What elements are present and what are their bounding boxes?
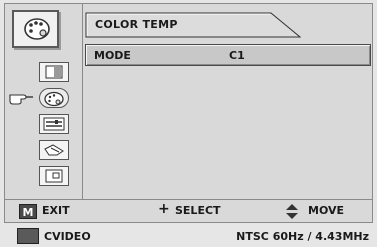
select-hint: SELECT xyxy=(175,204,221,217)
pointing-hand-icon xyxy=(9,94,33,105)
input-source: CVIDEO xyxy=(44,230,91,243)
move-hint: MOVE xyxy=(308,204,345,217)
screen-frame-icon xyxy=(45,169,63,183)
up-down-arrows-icon xyxy=(286,204,298,219)
menu-item-adjust[interactable] xyxy=(39,114,69,134)
mode-setting-row[interactable]: MODE C1 xyxy=(85,44,371,66)
signal-info: NTSC 60Hz / 4.43MHz xyxy=(236,230,369,243)
side-menu xyxy=(5,4,83,199)
current-category-palette-icon xyxy=(12,10,59,48)
source-indicator xyxy=(17,228,39,244)
hand-setup-icon xyxy=(44,144,64,156)
osd-menu: COLOR TEMP MODE C1 M EXIT + SELECT MOVE xyxy=(4,3,373,223)
exit-hint: EXIT xyxy=(42,204,70,217)
adjust-panel-icon xyxy=(43,117,65,131)
color-palette-icon xyxy=(44,91,64,107)
page-title: COLOR TEMP xyxy=(95,18,178,31)
menu-item-color[interactable] xyxy=(39,88,69,108)
menu-item-screen[interactable] xyxy=(39,166,69,186)
status-bar: CVIDEO NTSC 60Hz / 4.43MHz xyxy=(4,227,373,246)
picture-pattern-icon xyxy=(45,65,63,79)
menu-item-picture[interactable] xyxy=(39,62,69,82)
menu-item-setup[interactable] xyxy=(39,140,69,160)
menu-key-badge: M xyxy=(19,204,37,219)
mode-value: C1 xyxy=(229,49,245,62)
footer-hints: M EXIT + SELECT MOVE xyxy=(5,199,372,222)
mode-label: MODE xyxy=(94,49,131,62)
color-temp-tab: COLOR TEMP xyxy=(85,12,301,38)
select-plus-icon: + xyxy=(158,201,170,217)
